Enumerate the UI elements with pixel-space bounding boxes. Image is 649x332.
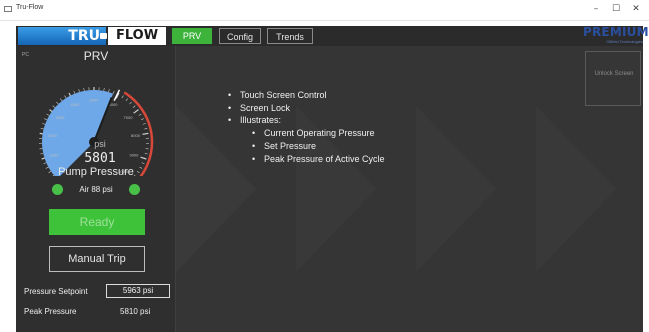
window-title: Tru-Flow [16,4,44,11]
gauge-tick-label: 1000 [50,152,60,157]
tab-prv[interactable]: PRV [172,28,212,44]
gauge-tick [73,90,76,94]
gauge-tick [103,87,105,91]
premium-brand-logo: PREMIUM Oilfield Technologies [583,25,649,46]
peak-pressure-value: 5810 psi [120,307,151,316]
pump-pressure-label: Pump Pressure [58,166,134,178]
gauge-tick [112,90,115,94]
logo-text-flow: FLOW [108,27,166,45]
gauge-tick [144,128,148,130]
app-area: TRU FLOW PRV Config Trends PREMIUM Oilfi… [16,25,649,332]
gauge-setpoint-marker [113,89,121,101]
left-panel: PC PRV 0 1000 2000 3000 4000 5000 6000 7000 8000… [16,46,176,332]
tru-flow-logo: TRU FLOW [18,27,166,45]
gauge-tick [125,98,128,102]
gauge-tick [44,118,48,121]
gauge-tick [78,89,80,93]
app-icon [4,6,12,12]
gauge-tick [60,98,63,102]
gauge-tick [64,95,67,99]
gauge-tick [43,162,47,165]
air-pressure-text: Air 88 psi [79,185,113,194]
main-area: Unlock Screen Touch Screen Control Scree… [176,46,643,332]
list-item: Current Operating Pressure [252,127,385,140]
brand-tagline: Oilfield Technologies [606,39,643,44]
gauge-tick [132,105,136,108]
unlock-screen-label: Unlock Screen [594,71,634,77]
gauge-tick-label: 7000 [124,115,134,120]
gauge-unit: psi [94,139,106,149]
list-item: Illustrates: [228,114,385,127]
gauge-tick-label: 8000 [131,133,141,138]
list-item: Screen Lock [228,102,385,115]
minimize-button[interactable]: – [588,2,604,16]
gauge-tick [40,153,44,155]
gauge-tick [83,87,85,91]
brand-name: PREMIUM [583,25,649,39]
list-item: Touch Screen Control [228,89,385,102]
gauge-tick-label: 3000 [56,115,66,120]
unlock-screen-button[interactable]: Unlock Screen [585,51,641,106]
gauge-tick-label: 9000 [129,152,139,157]
gauge-tick [138,113,142,116]
gauge-tick [42,123,46,125]
gauge-tick [140,156,147,160]
peak-pressure-label: Peak Pressure [24,307,77,316]
ready-button[interactable]: Ready [49,209,145,235]
logo-dot [100,33,107,39]
list-item: Peak Pressure of Active Cycle [252,153,385,166]
top-bar: TRU FLOW PRV Config Trends PREMIUM Oilfi… [16,25,649,46]
air-status-row: Air 88 psi [16,183,176,197]
gauge-tick [142,132,149,135]
feature-list: Touch Screen Control Screen Lock Illustr… [228,89,385,165]
gauge-tick [133,109,139,114]
gauge-tick [121,95,124,99]
gauge-tick-label: 4000 [70,102,80,107]
gauge-tick [140,118,144,121]
pressure-setpoint-label: Pressure Setpoint [24,287,88,296]
list-item: Set Pressure [252,140,385,153]
manual-trip-button[interactable]: Manual Trip [49,246,145,272]
gauge-tick [142,123,146,125]
gauge-tick [144,153,148,155]
logo-text-tru: TRU [18,27,106,45]
gauge-tick [40,128,44,130]
gauge-tick [129,101,132,105]
maximize-button[interactable]: ☐ [608,2,624,16]
gauge-tick-label: 5000 [90,98,100,103]
air-status-led-right [129,184,140,195]
gauge-tick [141,162,145,165]
close-button[interactable]: ✕ [628,2,644,16]
gauge-tick [56,101,59,105]
tab-trends[interactable]: Trends [267,28,313,44]
pressure-setpoint-input[interactable]: 5963 psi [106,284,170,298]
gauge-tick-label: 2000 [48,133,58,138]
gauge-readout: 5801 [84,151,116,166]
tab-config[interactable]: Config [219,28,261,44]
gauge-tick [108,89,110,93]
window-titlebar: Tru-Flow – ☐ ✕ [0,0,649,21]
gauge-tick [46,113,50,116]
gauge-tick [52,105,56,108]
